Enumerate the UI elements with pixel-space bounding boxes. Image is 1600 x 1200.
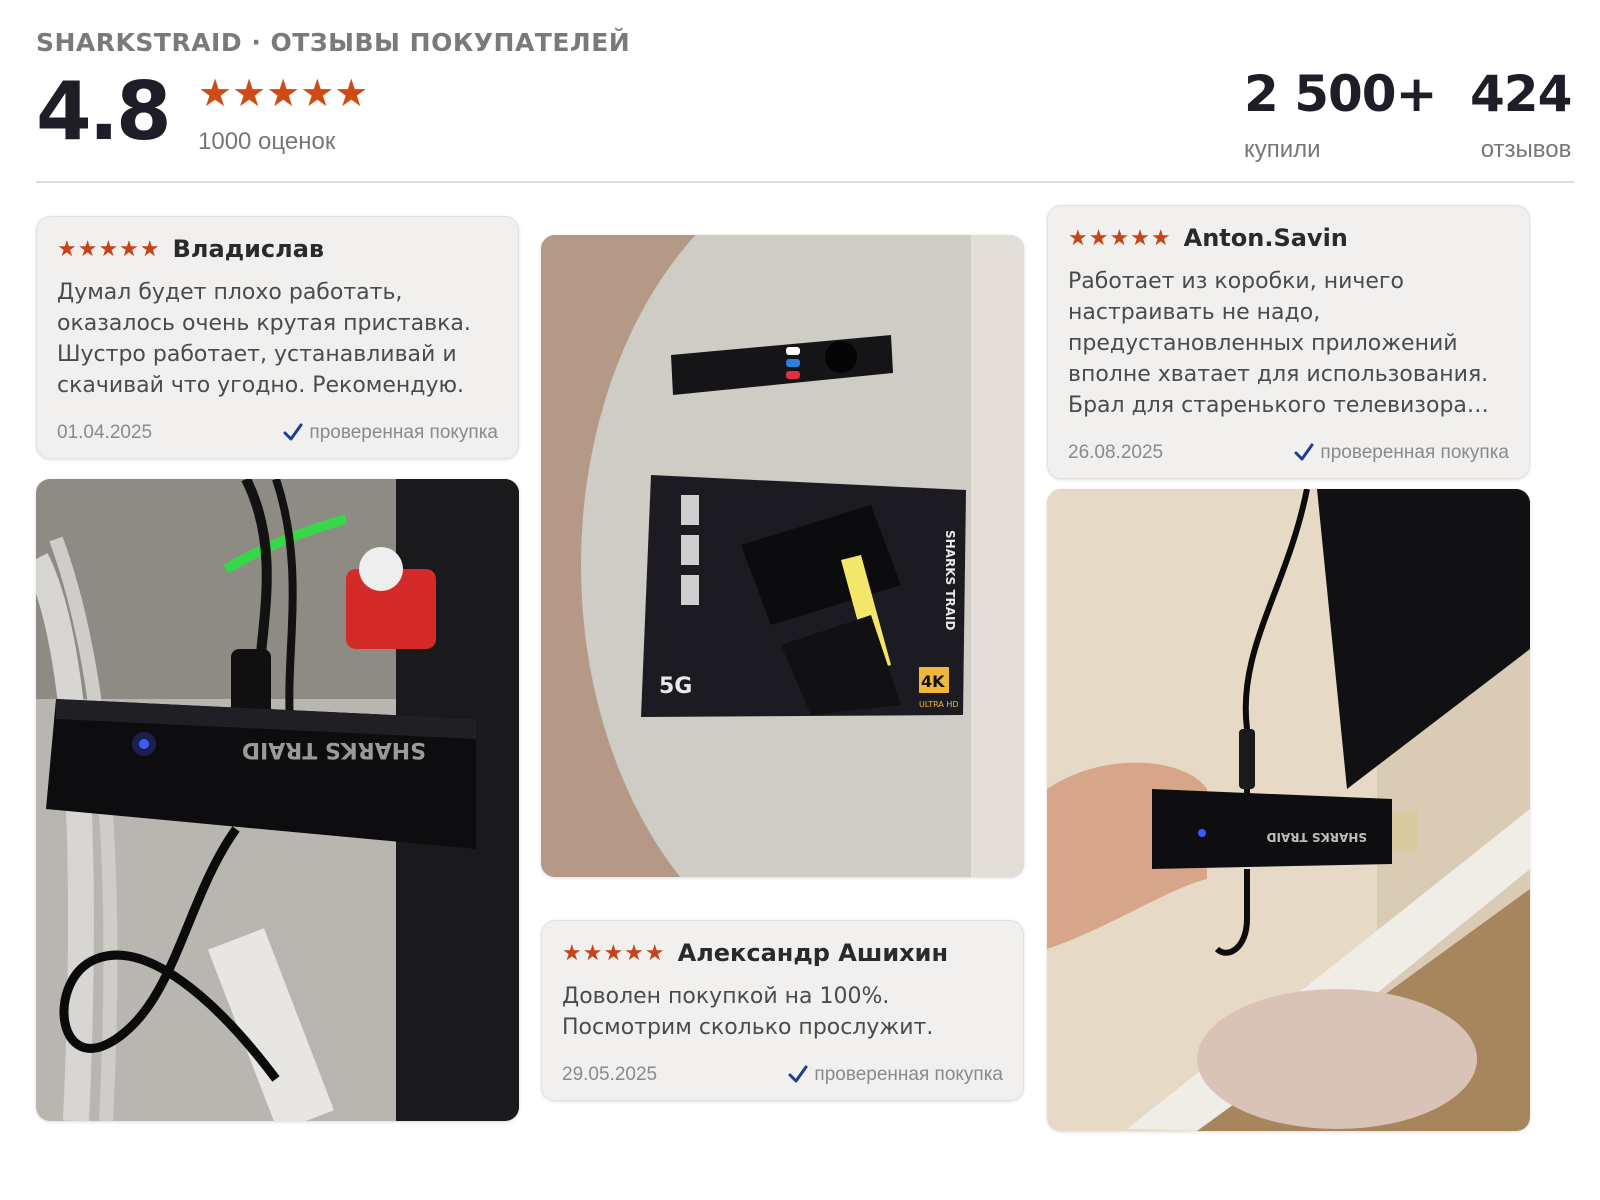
review-footer: 29.05.2025 проверенная покупка — [562, 1064, 1003, 1086]
review-date: 01.04.2025 — [57, 422, 153, 443]
verified-label: проверенная покупка — [814, 1064, 1003, 1085]
reviews-value: 424 — [1470, 65, 1572, 123]
average-rating: 4.8 — [36, 65, 172, 158]
review-card[interactable]: ★★★★★ Владислав Думал будет плохо работа… — [36, 216, 519, 459]
review-text: Думал будет плохо работать, оказалось оч… — [57, 280, 471, 398]
verified-badge: проверенная покупка — [788, 1064, 1003, 1086]
review-card[interactable]: ★★★★★ Александр Ашихин Доволен покупкой … — [541, 920, 1024, 1101]
review-footer: 01.04.2025 проверенная покупка — [57, 422, 498, 444]
box-brand-mark: SHARKS TRAID — [943, 530, 957, 631]
stat-reviews: 424 отзывов — [1470, 64, 1572, 164]
review-author: Владислав — [172, 235, 325, 263]
verified-label: проверенная покупка — [1320, 442, 1509, 463]
review-header: ★★★★★ Владислав — [57, 235, 324, 263]
review-date: 26.08.2025 — [1068, 442, 1164, 463]
review-stars: ★★★★★ — [57, 236, 161, 261]
review-header: ★★★★★ Anton.Savin — [1068, 224, 1348, 252]
review-stars: ★★★★★ — [562, 940, 666, 965]
review-header: ★★★★★ Александр Ашихин — [562, 939, 948, 967]
bought-value: 2 500+ — [1244, 65, 1437, 123]
review-text: Работает из коробки, ничего настраивать … — [1068, 269, 1489, 418]
box-badge-resolution-sub: ULTRA HD — [919, 700, 959, 709]
verified-label: проверенная покупка — [309, 422, 498, 443]
brand-title: SHARKSTRAID · ОТЗЫВЫ ПОКУПАТЕЛЕЙ — [36, 28, 631, 57]
verified-badge: проверенная покупка — [283, 422, 498, 444]
review-footer: 26.08.2025 проверенная покупка — [1068, 442, 1509, 464]
review-stars: ★★★★★ — [1068, 225, 1172, 250]
reviews-label: отзывов — [1480, 136, 1572, 163]
photo-brand-mark: SHARKS TRAID — [242, 737, 426, 762]
reviews-header: SHARKSTRAID · ОТЗЫВЫ ПОКУПАТЕЛЕЙ 4.8 ★★★… — [36, 24, 1574, 184]
check-icon — [283, 423, 303, 441]
review-author: Александр Ашихин — [677, 939, 949, 967]
photo-brand-mark: SHARKS TRAID — [1266, 830, 1367, 844]
box-badge-network: 5G — [659, 674, 692, 699]
review-author: Anton.Savin — [1183, 224, 1348, 252]
check-icon — [788, 1065, 808, 1083]
header-divider — [36, 181, 1574, 183]
review-photo-tv-stick[interactable]: SHARKS TRAID — [36, 479, 519, 1121]
verified-badge: проверенная покупка — [1294, 442, 1509, 464]
review-card[interactable]: ★★★★★ Anton.Savin Работает из коробки, н… — [1047, 205, 1530, 479]
review-date: 29.05.2025 — [562, 1064, 658, 1085]
bought-label: купили — [1244, 136, 1321, 163]
rating-stars: ★★★★★ — [198, 73, 369, 115]
stat-bought: 2 500+ купили — [1244, 64, 1437, 164]
box-badge-resolution: 4K — [921, 672, 945, 691]
review-photo-box-remote[interactable]: 4K ULTRA HD 5G SHARKS TRAID — [541, 235, 1024, 877]
ratings-count: 1000 оценок — [198, 128, 336, 155]
check-icon — [1294, 443, 1314, 461]
review-photo-hand-stick[interactable]: SHARKS TRAID — [1047, 489, 1530, 1131]
review-text: Доволен покупкой на 100%. Посмотрим скол… — [562, 984, 934, 1040]
